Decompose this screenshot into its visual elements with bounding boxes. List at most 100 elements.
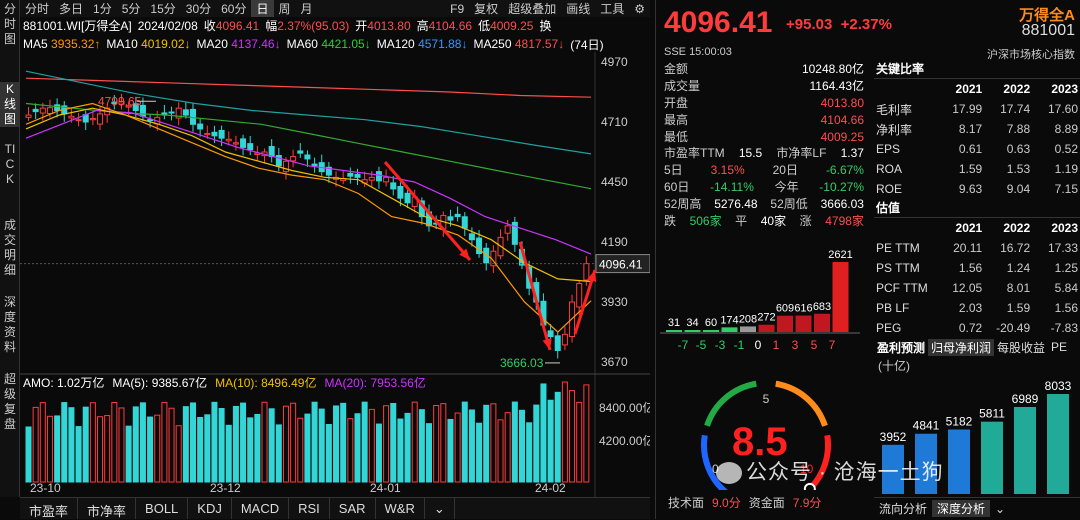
period-tab[interactable]: 15分 bbox=[145, 0, 180, 17]
volume-bar bbox=[254, 413, 261, 483]
overlay-button[interactable]: 超级叠加 bbox=[503, 0, 561, 17]
stat-label: 今年 bbox=[774, 180, 799, 194]
volume-bar bbox=[476, 422, 483, 483]
candle-body bbox=[547, 330, 554, 338]
forecast-value: 8033 bbox=[1045, 379, 1072, 393]
forecast-tab[interactable]: 每股收益 bbox=[994, 339, 1048, 356]
forecast-tab-selected[interactable]: 归母净利润 bbox=[928, 338, 995, 356]
quote-price: 4096.41 bbox=[664, 6, 773, 39]
volume-bar bbox=[397, 418, 404, 483]
val-cell: 1.56 bbox=[958, 261, 983, 275]
forecast-tab[interactable]: 盈利预测 bbox=[874, 339, 928, 356]
dist-label: -5 bbox=[696, 338, 707, 352]
dist-bar bbox=[703, 330, 719, 332]
val-label: PB LF bbox=[876, 301, 910, 315]
volume-bar bbox=[297, 417, 304, 483]
year-header: 2022 bbox=[1003, 82, 1031, 96]
draw-button[interactable]: 画线 bbox=[561, 0, 595, 17]
info-swap-label: 换 bbox=[539, 19, 552, 33]
fuquan-button[interactable]: 复权 bbox=[469, 0, 503, 17]
ma20-value: 4137.46↓ bbox=[231, 37, 281, 51]
indicator-tab[interactable]: KDJ bbox=[188, 498, 232, 519]
indicator-tab[interactable]: BOLL bbox=[136, 498, 189, 519]
sidebar-depth[interactable]: 深度资料 bbox=[0, 295, 20, 355]
indicator-tab[interactable]: SAR bbox=[330, 498, 376, 519]
info-low: 4009.25 bbox=[490, 19, 534, 33]
candle-body bbox=[168, 111, 175, 114]
y-tick-label: 4710 bbox=[601, 115, 628, 129]
period-tab[interactable]: 5分 bbox=[117, 0, 146, 17]
left-sidebar: 分时图 K线图 TICK 成交明细 深度资料 超级复盘 bbox=[0, 0, 20, 497]
sidebar-tick[interactable]: TICK bbox=[0, 142, 20, 187]
volume-bar bbox=[197, 416, 204, 483]
period-tab[interactable]: 60分 bbox=[216, 0, 251, 17]
indicator-tab[interactable]: MACD bbox=[232, 498, 290, 519]
kline-chart[interactable]: 4970 4710 4450 4190 3930 3670 4799.65 3666.03 40… bbox=[20, 52, 650, 497]
settings-icon[interactable]: ⚙ bbox=[629, 2, 650, 16]
volume-bar bbox=[340, 402, 347, 483]
info-low-label: 低 bbox=[478, 19, 491, 33]
forecast-tab[interactable]: PE bbox=[1048, 340, 1070, 354]
sidebar-detail[interactable]: 成交明细 bbox=[0, 218, 20, 278]
candle-body bbox=[447, 216, 454, 221]
key-ratios-title: 关键比率 bbox=[874, 60, 1080, 79]
ratio-label: ROE bbox=[876, 182, 903, 196]
dist-value: 34 bbox=[686, 317, 698, 329]
candle-body bbox=[268, 146, 275, 158]
sidebar-kline[interactable]: K线图 bbox=[0, 82, 20, 127]
depth-analysis-tab[interactable]: 深度分析 bbox=[932, 500, 991, 517]
dist-label: -3 bbox=[715, 338, 726, 352]
chevron-down-icon[interactable]: ⌄ bbox=[425, 498, 455, 519]
analysis-tabs: 流向分析 深度分析 ⌄ bbox=[874, 497, 1080, 519]
sidebar-replay[interactable]: 超级复盘 bbox=[0, 372, 20, 432]
x-tick-label: 23-12 bbox=[210, 481, 241, 495]
dist-label: -1 bbox=[734, 338, 745, 352]
stat-value: -10.27% bbox=[819, 179, 864, 194]
period-tab-day[interactable]: 日 bbox=[251, 0, 274, 17]
sidebar-fenshi[interactable]: 分时图 bbox=[0, 2, 20, 47]
y-tick-label: 4190 bbox=[601, 235, 628, 249]
ma20-label: MA20 bbox=[196, 37, 228, 51]
period-tab[interactable]: 30分 bbox=[181, 0, 216, 17]
period-tab[interactable]: 多日 bbox=[54, 0, 88, 17]
period-tab[interactable]: 周 bbox=[274, 0, 296, 17]
indicator-tab[interactable]: RSI bbox=[289, 498, 330, 519]
flow-analysis-tab[interactable]: 流向分析 bbox=[874, 500, 932, 517]
indicator-tab[interactable]: W&R bbox=[376, 498, 425, 519]
dist-bar bbox=[777, 315, 793, 332]
candle-body bbox=[347, 172, 354, 177]
info-high: 4104.66 bbox=[428, 19, 473, 33]
forecast-bar bbox=[1014, 406, 1036, 494]
volume-bar bbox=[147, 416, 154, 483]
stat-label: 20日 bbox=[772, 163, 798, 177]
candle-body bbox=[225, 138, 232, 142]
year-header: 2021 bbox=[955, 221, 983, 235]
ma60-line bbox=[25, 102, 592, 190]
ma10-label: MA10 bbox=[106, 37, 138, 51]
indicator-tab[interactable]: 市净率 bbox=[78, 498, 137, 519]
period-tab[interactable]: 分时 bbox=[20, 0, 54, 17]
period-tab[interactable]: 1分 bbox=[88, 0, 117, 17]
ratio-cell: 0.52 bbox=[1054, 142, 1079, 156]
volume-bar bbox=[554, 391, 561, 483]
ratio-label: ROA bbox=[876, 162, 903, 176]
period-tab[interactable]: 月 bbox=[296, 0, 318, 17]
tools-button[interactable]: 工具 bbox=[595, 0, 629, 17]
chevron-down-icon[interactable]: ⌄ bbox=[990, 502, 1010, 516]
candle-body bbox=[240, 138, 247, 148]
volume-bar bbox=[497, 419, 504, 483]
volume-bar bbox=[547, 399, 554, 483]
row-label: 开盘 bbox=[664, 96, 689, 110]
candle-body bbox=[39, 107, 46, 114]
volume-bar bbox=[268, 408, 275, 483]
ma-days[interactable]: (74日) bbox=[570, 36, 603, 53]
indicator-tab[interactable]: 市盈率 bbox=[20, 498, 79, 519]
volume-bar bbox=[325, 423, 332, 483]
ratio-cell: 17.99 bbox=[952, 102, 983, 116]
quote-panel: 4096.41 +95.03 +2.37% 万得全A 881001 SSE 15… bbox=[655, 0, 1080, 519]
fund-label: 资金面 bbox=[748, 496, 785, 510]
f9-button[interactable]: F9 bbox=[445, 2, 469, 16]
info-date: 2024/02/08 bbox=[137, 18, 198, 33]
row-value: 4013.80 bbox=[820, 95, 864, 110]
candle-body bbox=[383, 176, 390, 183]
